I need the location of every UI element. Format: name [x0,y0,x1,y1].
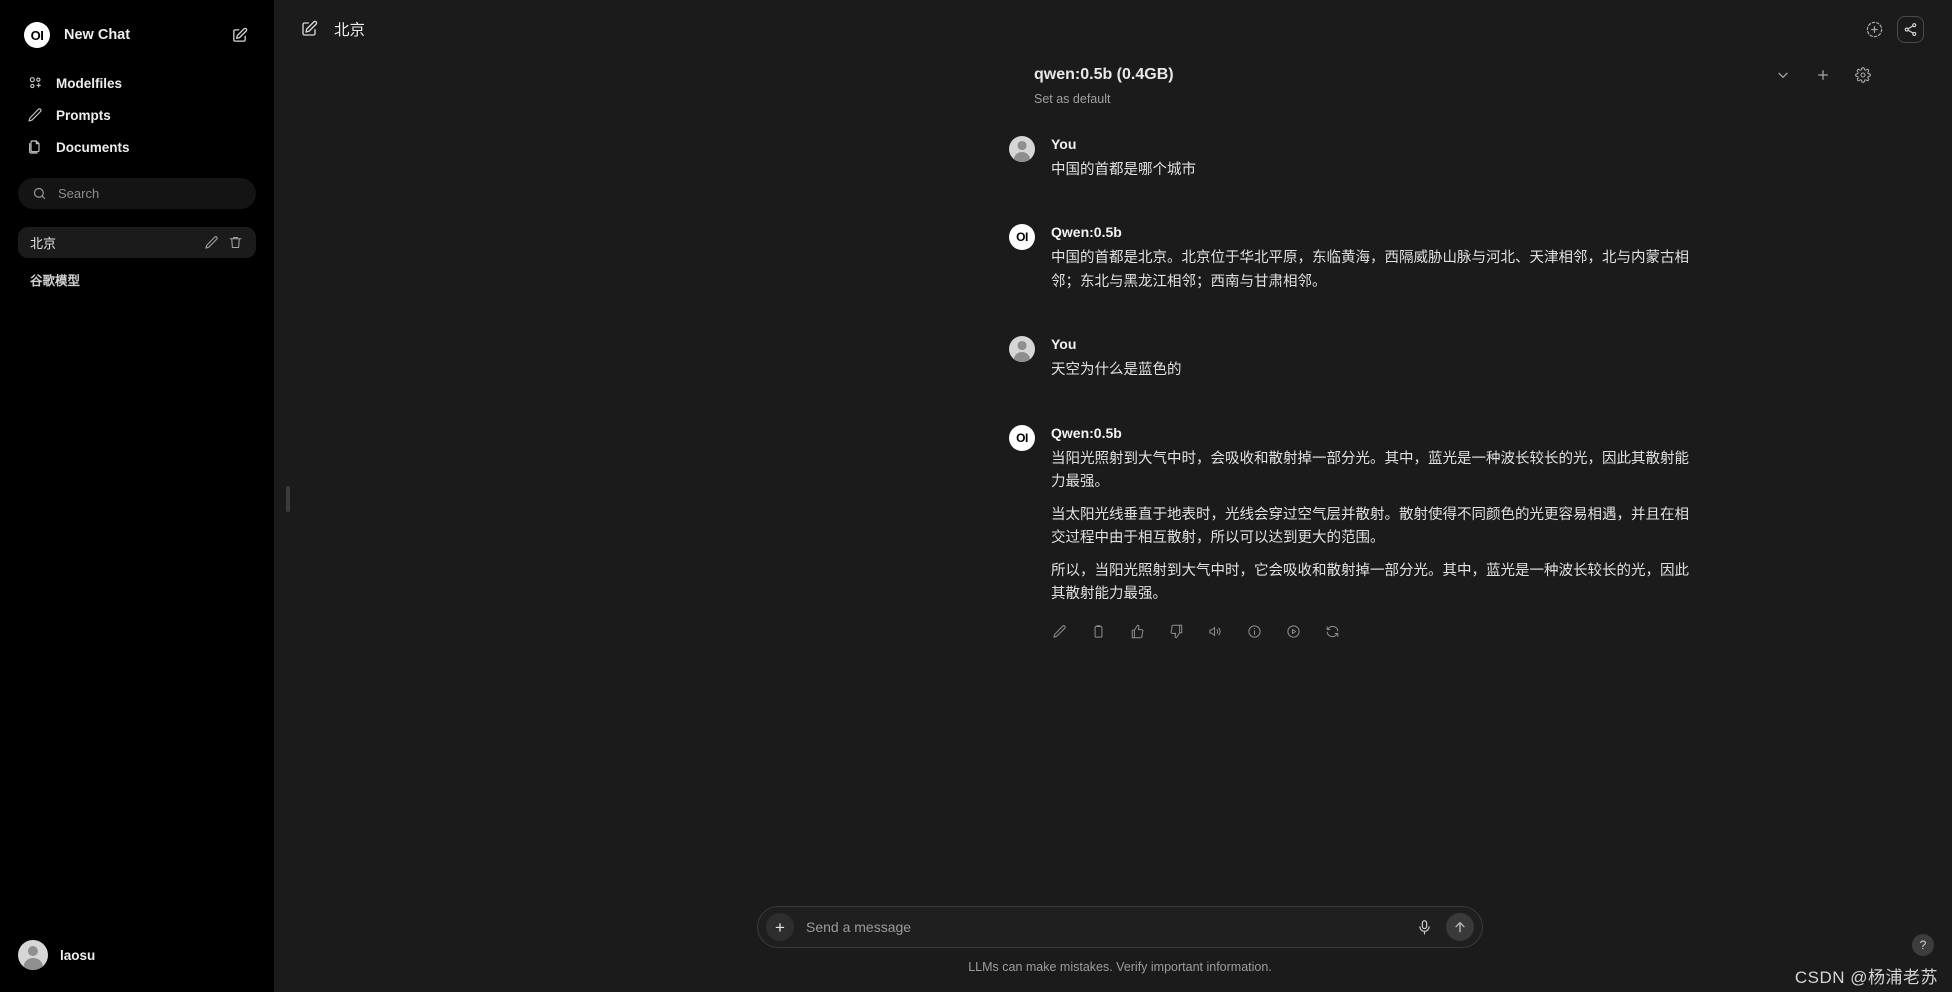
model-line: qwen:0.5b (0.4GB) [274,66,1912,84]
send-arrow-up-icon[interactable] [1446,913,1474,941]
pencil-icon [26,107,43,124]
help-button[interactable]: ? [1912,934,1934,956]
sidebar-header[interactable]: OI New Chat [18,12,256,58]
message-user: You 中国的首都是哪个城市 [1009,136,1699,184]
topbar-right [1863,15,1924,43]
speaker-icon[interactable] [1207,624,1223,640]
documents-icon [26,139,43,156]
message-actions [1051,624,1699,640]
set-as-default-link[interactable]: Set as default [274,92,1912,106]
message-paragraph: 中国的首都是北京。北京位于华北平原，东临黄海，西隔威胁山脉与河北、天津相邻，北与… [1051,250,1689,290]
composer-inner: + [743,906,1483,948]
message-composer[interactable]: + [757,906,1483,948]
topbar: 北京 [274,0,1952,58]
conversation: You 中国的首都是哪个城市 OI Qwen:0.5b 中国的首都是北京。北京位… [274,106,1952,906]
message-avatar: OI [1009,424,1035,640]
message-body: Qwen:0.5b 当阳光照射到大气中时，会吸收和散射掉一部分光。其中，蓝光是一… [1051,425,1699,640]
user-name: laosu [60,947,96,963]
new-chat-pen-square-icon[interactable] [228,24,250,46]
chat-list-item[interactable]: 北京 [18,227,256,258]
message-avatar [1009,136,1035,184]
disclaimer-text: LLMs can make mistakes. Verify important… [968,960,1272,974]
attach-plus-icon[interactable]: + [766,913,794,941]
message-paragraph: 天空为什么是蓝色的 [1051,362,1182,379]
sidebar-item-label: Documents [56,139,130,155]
topbar-pen-square-icon[interactable] [300,20,319,39]
main-panel: 北京 qwen:0.5b (0.4GB) Set as default You … [274,0,1952,992]
sidebar-item-label: Modelfiles [56,75,123,91]
message-body: Qwen:0.5b 中国的首都是北京。北京位于华北平原，东临黄海，西隔威胁山脉与… [1051,224,1699,296]
add-model-plus-icon[interactable] [1814,66,1832,84]
message-paragraph: 所以，当阳光照射到大气中时，它会吸收和散射掉一部分光。其中，蓝光是一种波长较长的… [1051,562,1689,603]
gear-icon[interactable] [1854,66,1872,84]
message-input[interactable] [806,919,1402,935]
sidebar-item-label: Prompts [56,107,111,123]
search-placeholder: Search [58,186,100,201]
message-paragraph: 当阳光照射到大气中时，会吸收和散射掉一部分光。其中，蓝光是一种波长较长的光，因此… [1051,450,1689,491]
message-body: You 天空为什么是蓝色的 [1051,336,1699,384]
chat-delete-trash-icon[interactable] [228,235,244,251]
oi-avatar-icon: OI [1009,424,1035,451]
regenerate-icon[interactable] [1324,624,1340,640]
message-avatar [1009,336,1035,384]
continue-icon[interactable] [1285,624,1301,640]
sidebar-item-prompts[interactable]: Prompts [18,100,256,130]
watermark: CSDN @杨浦老苏 [1794,968,1938,987]
share-icon[interactable] [1897,15,1924,43]
search-icon [32,186,47,201]
user-avatar [1009,336,1035,363]
message-author: You [1051,336,1077,353]
message-author: You [1051,136,1077,152]
microphone-icon[interactable] [1414,917,1434,937]
message-author: Qwen:0.5b [1051,424,1122,441]
chat-edit-pencil-icon[interactable] [204,235,220,251]
copy-icon[interactable] [1090,624,1106,640]
message-paragraph: 当太阳光线垂直于地表时，光线会穿过空气层并散射。散射使得不同颜色的光更容易相遇，… [1051,506,1689,547]
thumbs-down-icon[interactable] [1168,624,1184,640]
selected-model-name[interactable]: qwen:0.5b (0.4GB) [1034,66,1174,84]
openwebui-logo-icon: OI [24,22,50,48]
info-icon[interactable] [1246,624,1262,640]
sidebar-item-modelfiles[interactable]: Modelfiles [18,68,256,98]
new-chat-label: New Chat [64,27,131,43]
user-avatar [1009,136,1035,162]
message-paragraph: 中国的首都是哪个城市 [1051,162,1196,178]
sidebar-nav: Modelfiles Prompts Documents [18,68,256,162]
user-avatar [18,940,48,970]
composer-area: + LLMs can make mistakes. [274,906,1952,992]
edit-icon[interactable] [1051,624,1067,640]
message-author: Qwen:0.5b [1051,224,1122,241]
sidebar: OI New Chat Modelfiles Prompts Documents… [0,0,274,992]
chevron-down-icon[interactable] [1774,66,1792,84]
messages-container: You 中国的首都是哪个城市 OI Qwen:0.5b 中国的首都是北京。北京位… [274,136,1952,680]
sidebar-resize-handle[interactable] [286,486,290,512]
chat-group-label: 谷歌模型 [30,274,81,288]
chat-item-title: 北京 [30,236,57,251]
message-body: You 中国的首都是哪个城市 [1051,136,1699,184]
sidebar-item-documents[interactable]: Documents [18,132,256,162]
thumbs-up-icon[interactable] [1129,624,1145,640]
message-assistant: OI Qwen:0.5b 中国的首都是北京。北京位于华北平原，东临黄海，西隔威胁… [1009,224,1699,296]
message-avatar: OI [1009,224,1035,296]
page-title: 北京 [334,22,366,39]
app-root: OI New Chat Modelfiles Prompts Documents… [0,0,1952,992]
model-controls [1774,66,1872,84]
topbar-left: 北京 [300,18,365,40]
sidebar-user-footer[interactable]: laosu [0,940,274,992]
message-user: You 天空为什么是蓝色的 [1009,336,1699,384]
model-selector-row: qwen:0.5b (0.4GB) Set as default [274,66,1952,106]
search-input[interactable]: Search [18,178,256,209]
sidebar-top: OI New Chat Modelfiles Prompts Documents [0,12,274,162]
circle-plus-dashed-icon[interactable] [1863,18,1885,40]
modelfiles-icon [26,75,43,92]
message-assistant: OI Qwen:0.5b 当阳光照射到大气中时，会吸收和散射掉一部分光。其中，蓝… [1009,424,1699,640]
oi-avatar-icon: OI [1009,224,1035,251]
chat-list: 北京 谷歌模型 [18,227,256,289]
